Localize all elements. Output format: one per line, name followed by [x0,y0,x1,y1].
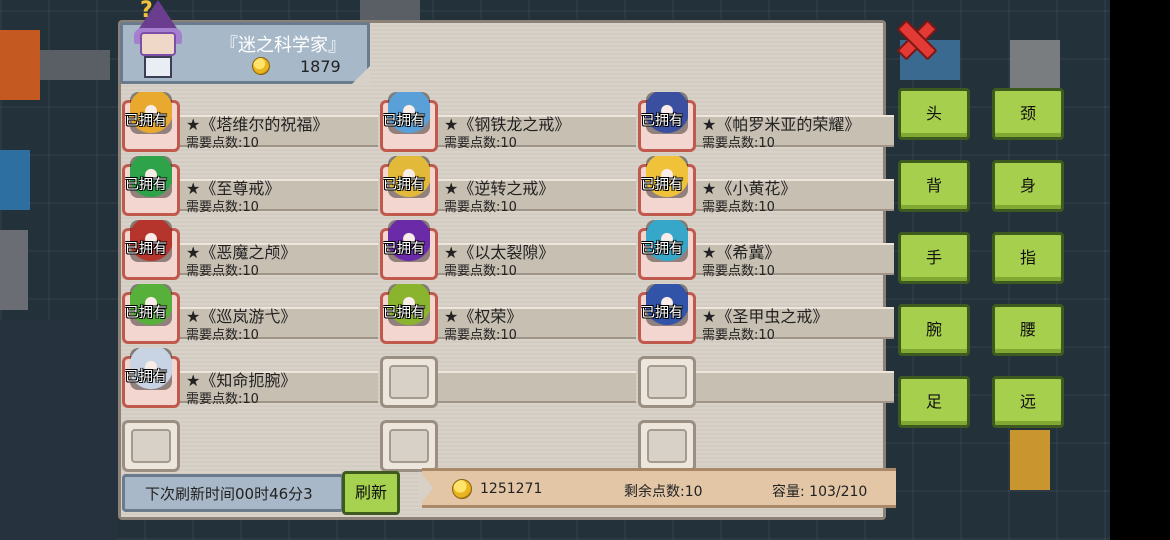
screen-edge [1110,0,1170,540]
character-title: 『迷之科学家』 [220,35,346,56]
item-cost: 需要点数:10 [702,200,775,215]
owned-label: 已拥有 [125,177,167,193]
item-slot[interactable] [122,420,180,472]
shop-item[interactable]: 已拥有 ★《希冀》 需要点数:10 [638,220,894,280]
item-cost: 需要点数:10 [444,136,517,151]
item-cost: 需要点数:10 [186,264,259,279]
character-coins: 1879 [300,57,341,76]
category-button[interactable]: 手 [898,232,970,284]
close-icon[interactable] [894,18,934,58]
owned-label: 已拥有 [641,241,683,257]
category-button[interactable]: 腕 [898,304,970,356]
category-button[interactable]: 远 [992,376,1064,428]
item-cost: 需要点数:10 [186,136,259,151]
background-door [360,0,420,20]
question-mark-icon: ? [140,0,153,23]
item-cost: 需要点数:10 [186,200,259,215]
shop-item[interactable]: 已拥有 ★《钢铁龙之戒》 需要点数:10 [380,92,636,152]
item-slot[interactable] [638,420,696,472]
coin-icon [452,479,472,499]
shop-item[interactable]: 已拥有 ★《知命扼腕》 需要点数:10 [122,348,378,408]
owned-label: 已拥有 [383,113,425,129]
item-slot[interactable] [380,356,438,408]
item-cost: 需要点数:10 [444,264,517,279]
owned-label: 已拥有 [383,305,425,321]
shop-item[interactable]: 已拥有 ★《巡岚游弋》 需要点数:10 [122,284,378,344]
item-cost: 需要点数:10 [702,136,775,151]
empty-slot[interactable] [380,412,636,472]
shop-item[interactable]: 已拥有 ★《圣甲虫之戒》 需要点数:10 [638,284,894,344]
owned-label: 已拥有 [125,369,167,385]
capacity: 容量: 103/210 [772,484,868,500]
gold-amount: 1251271 [480,481,543,497]
item-cost: 需要点数:10 [186,328,259,343]
shop-item[interactable]: 已拥有 ★《小黄花》 需要点数:10 [638,156,894,216]
status-ribbon: 1251271 剩余点数:10 容量: 103/210 [419,468,896,508]
item-cost: 需要点数:10 [444,200,517,215]
owned-label: 已拥有 [383,241,425,257]
owned-label: 已拥有 [383,177,425,193]
item-cost: 需要点数:10 [444,328,517,343]
owned-label: 已拥有 [641,113,683,129]
category-button[interactable]: 足 [898,376,970,428]
empty-slot[interactable] [122,412,378,472]
shop-item[interactable]: 已拥有 ★《权荣》 需要点数:10 [380,284,636,344]
background-device [1010,40,1060,90]
shop-item[interactable]: 已拥有 ★《帕罗米亚的荣耀》 需要点数:10 [638,92,894,152]
item-slot[interactable] [380,420,438,472]
owned-label: 已拥有 [125,113,167,129]
item-cost: 需要点数:10 [702,264,775,279]
category-button[interactable]: 指 [992,232,1064,284]
character-avatar: ? [128,0,188,82]
background-screen [0,150,30,210]
shop-item[interactable]: 已拥有 ★《以太裂隙》 需要点数:10 [380,220,636,280]
refresh-button[interactable]: 刷新 [342,471,400,515]
category-button[interactable]: 背 [898,160,970,212]
item-bar [686,371,894,403]
empty-slot[interactable] [638,412,894,472]
remaining-points: 剩余点数:10 [624,484,703,500]
item-bar [428,371,636,403]
shop-item[interactable]: 已拥有 ★《逆转之戒》 需要点数:10 [380,156,636,216]
shop-item[interactable]: 已拥有 ★《至尊戒》 需要点数:10 [122,156,378,216]
background-machine [0,30,40,100]
item-cost: 需要点数:10 [702,328,775,343]
background-floor [0,320,118,540]
owned-label: 已拥有 [641,305,683,321]
refresh-timer: 下次刷新时间00时46分3 [122,474,344,512]
owned-label: 已拥有 [125,305,167,321]
category-button[interactable]: 头 [898,88,970,140]
coin-icon [252,57,270,75]
background-vase [0,230,28,310]
background-device [1010,430,1050,490]
shop-item[interactable]: 已拥有 ★《塔维尔的祝福》 需要点数:10 [122,92,378,152]
background-machine [40,50,110,80]
category-button[interactable]: 腰 [992,304,1064,356]
item-cost: 需要点数:10 [186,392,259,407]
item-slot[interactable] [638,356,696,408]
owned-label: 已拥有 [125,241,167,257]
category-button[interactable]: 身 [992,160,1064,212]
empty-slot[interactable] [638,348,894,408]
shop-item[interactable]: 已拥有 ★《恶魔之颅》 需要点数:10 [122,220,378,280]
empty-slot[interactable] [380,348,636,408]
category-button[interactable]: 颈 [992,88,1064,140]
owned-label: 已拥有 [641,177,683,193]
